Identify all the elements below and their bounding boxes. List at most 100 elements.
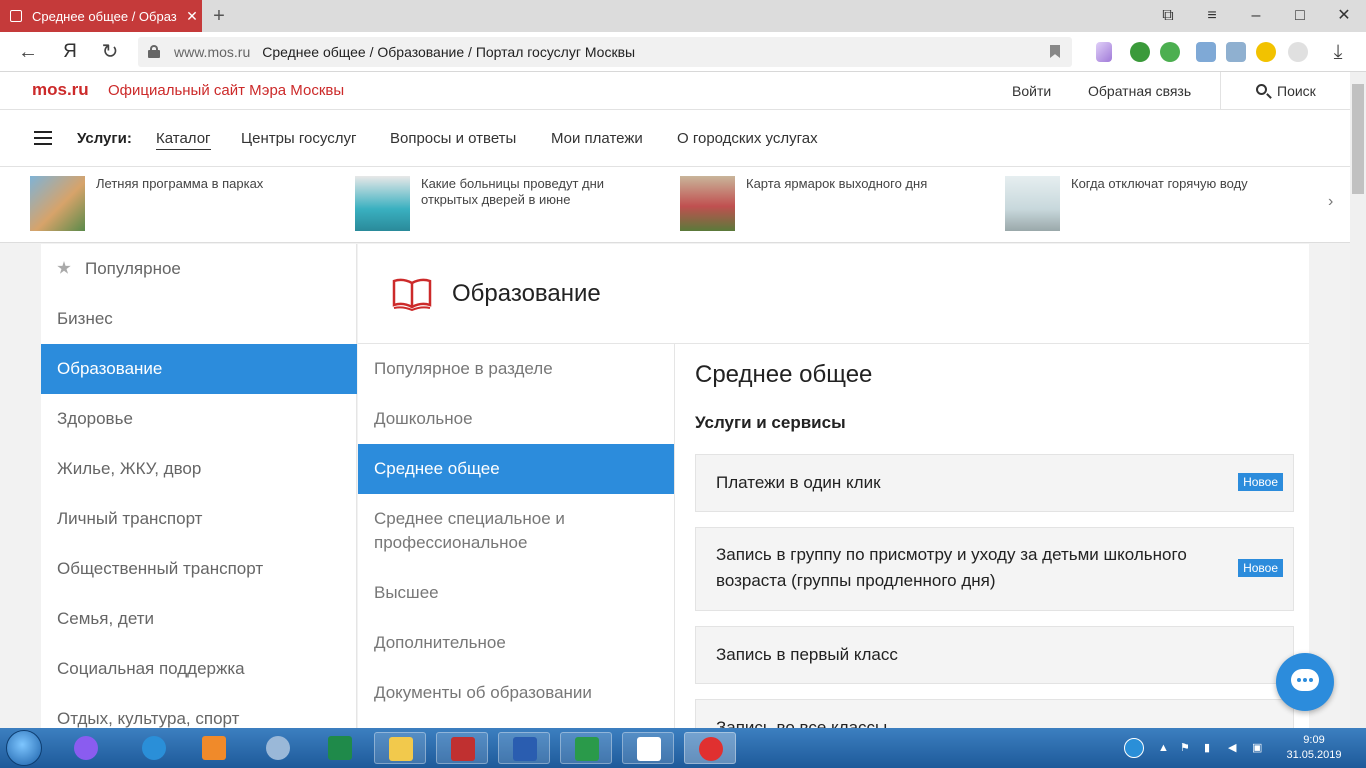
services-nav-centers[interactable]: Центры госуслуг (241, 130, 356, 147)
tabs-list-icon[interactable]: ⧉ (1148, 0, 1188, 32)
sidebar-item-label: Популярное (85, 259, 181, 278)
subnav-item-secondary-general[interactable]: Среднее общее (358, 444, 674, 494)
taskbar-word[interactable] (498, 732, 550, 764)
maximize-icon[interactable]: □ (1280, 0, 1320, 32)
site-header: mos.ru Официальный сайт Мэра Москвы Войт… (0, 72, 1350, 110)
flag-icon[interactable]: ⚑ (1180, 728, 1194, 768)
subnav-item-higher[interactable]: Высшее (358, 581, 674, 605)
hamburger-menu-icon[interactable] (34, 131, 52, 145)
sidebar-item-personal-transport[interactable]: Личный транспорт (41, 494, 357, 544)
browser-tab-active[interactable]: Среднее общее / Образ ✕ (0, 0, 202, 32)
internet-explorer-icon (142, 736, 166, 760)
back-arrow-icon[interactable]: ← (14, 38, 42, 66)
sidebar-item-health[interactable]: Здоровье (41, 394, 357, 444)
search-button[interactable]: Поиск (1220, 72, 1350, 110)
services-nav-payments[interactable]: Мои платежи (551, 130, 643, 147)
category-sidebar: Популярное Бизнес Образование Здоровье Ж… (41, 244, 357, 728)
news-thumbnail (680, 176, 735, 231)
tray-expand-icon[interactable]: ▲ (1158, 728, 1170, 768)
start-button[interactable] (6, 730, 42, 766)
taskbar-yandex[interactable] (622, 732, 674, 764)
power-icon[interactable]: ▮ (1204, 728, 1218, 768)
subnav-item-popular[interactable]: Популярное в разделе (358, 357, 674, 381)
shield-extension-icon[interactable] (1130, 42, 1150, 62)
site-tagline[interactable]: Официальный сайт Мэра Москвы (108, 82, 344, 99)
windows-taskbar: ▲ ⚑ ▮ ◀ ▣ 9:09 31.05.2019 (0, 728, 1366, 768)
subnav-item-preschool[interactable]: Дошкольное (358, 407, 674, 431)
taskbar-yandex-browser[interactable] (684, 732, 736, 764)
site-logo[interactable]: mos.ru (32, 80, 89, 100)
section-title: Среднее общее (695, 361, 873, 388)
news-thumbnail (30, 176, 85, 231)
sidebar-item-family[interactable]: Семья, дети (41, 594, 357, 644)
sidebar-item-public-transport[interactable]: Общественный транспорт (41, 544, 357, 594)
chevron-right-icon[interactable]: › (1328, 193, 1333, 211)
download-icon[interactable]: ⤓ (1324, 38, 1352, 66)
metro-extension-icon[interactable] (1288, 42, 1308, 62)
service-card[interactable]: Платежи в один клик Новое (695, 454, 1294, 512)
news-item[interactable]: Какие больницы проведут дни открытых две… (355, 176, 665, 232)
login-link[interactable]: Войти (1012, 83, 1051, 99)
taskbar-excel[interactable] (314, 732, 366, 764)
pen-extension-icon[interactable] (1096, 42, 1112, 62)
taskbar-clock[interactable]: 9:09 31.05.2019 (1284, 733, 1344, 763)
taskbar-ie[interactable] (128, 732, 180, 764)
service-card-title: Запись во все классы (716, 718, 888, 728)
feedback-link[interactable]: Обратная связь (1088, 83, 1191, 99)
close-tab-icon[interactable]: ✕ (182, 8, 202, 25)
service-card[interactable]: Запись в первый класс (695, 626, 1294, 684)
minimize-icon[interactable]: – (1236, 0, 1276, 32)
taskbar-explorer[interactable] (374, 732, 426, 764)
sidebar-item-popular[interactable]: Популярное (41, 244, 357, 294)
search-label: Поиск (1277, 83, 1316, 99)
help-icon[interactable] (1124, 728, 1146, 768)
yandex-logo-icon[interactable]: Я (56, 38, 84, 66)
reload-icon[interactable]: ↻ (96, 38, 124, 66)
taskbar-media[interactable] (188, 732, 240, 764)
services-nav-about[interactable]: О городских услугах (677, 130, 818, 147)
notifications-extension-icon[interactable] (1256, 42, 1276, 62)
alice-icon (74, 736, 98, 760)
subnav-item-vocational[interactable]: Среднее специальное и профессиональное (358, 507, 608, 555)
sync-extension-icon[interactable] (1160, 42, 1180, 62)
news-item[interactable]: Летняя программа в парках (30, 176, 340, 232)
sidebar-item-business[interactable]: Бизнес (41, 294, 357, 344)
section-subtitle: Услуги и сервисы (695, 413, 846, 432)
sidebar-item-housing[interactable]: Жилье, ЖКУ, двор (41, 444, 357, 494)
sidebar-item-education[interactable]: Образование (41, 344, 357, 394)
news-item[interactable]: Карта ярмарок выходного дня (680, 176, 990, 232)
new-tab-button[interactable]: + (208, 4, 230, 28)
services-nav-catalog[interactable]: Каталог (156, 130, 211, 150)
menu-icon[interactable]: ≡ (1192, 0, 1232, 32)
service-card-title: Запись в первый класс (716, 645, 898, 664)
subcategory-nav: Популярное в разделе Дошкольное Среднее … (358, 344, 675, 728)
cloud-extension-icon[interactable] (1196, 42, 1216, 62)
yandex-icon (637, 737, 661, 761)
news-thumbnail (1005, 176, 1060, 231)
service-card[interactable]: Запись в группу по присмотру и уходу за … (695, 527, 1294, 611)
scrollbar-thumb[interactable] (1352, 84, 1364, 194)
close-window-icon[interactable]: ✕ (1324, 0, 1364, 32)
taskbar-pdf[interactable] (436, 732, 488, 764)
taskbar-alice[interactable] (60, 732, 112, 764)
clock-date: 31.05.2019 (1286, 749, 1342, 761)
page-scrollbar[interactable] (1350, 72, 1366, 728)
language-icon[interactable]: ▣ (1252, 728, 1274, 768)
subnav-item-documents[interactable]: Документы об образовании (358, 681, 674, 705)
services-nav-faq[interactable]: Вопросы и ответы (390, 130, 516, 147)
taskbar-chart-app[interactable] (560, 732, 612, 764)
mail-extension-icon[interactable] (1226, 42, 1246, 62)
taskbar-network[interactable] (252, 732, 304, 764)
tab-title: Среднее общее / Образ (32, 8, 177, 24)
chat-button[interactable] (1276, 653, 1334, 711)
volume-icon[interactable]: ◀ (1228, 728, 1242, 768)
bookmark-icon[interactable] (1050, 45, 1060, 58)
star-icon (57, 261, 71, 274)
news-thumbnail (355, 176, 410, 231)
subnav-item-additional[interactable]: Дополнительное (358, 631, 674, 655)
service-card[interactable]: Запись во все классы (695, 699, 1294, 728)
sidebar-item-social-support[interactable]: Социальная поддержка (41, 644, 357, 694)
url-field[interactable]: www.mos.ru Среднее общее / Образование / … (138, 37, 1072, 67)
news-item[interactable]: Когда отключат горячую воду (1005, 176, 1315, 232)
news-item-text: Карта ярмарок выходного дня (746, 176, 928, 191)
